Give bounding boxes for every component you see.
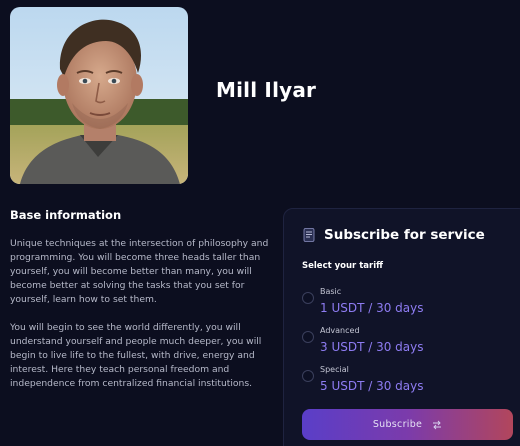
subscribe-card: Subscribe for service Select your tariff… [283,208,520,446]
radio-button[interactable] [302,370,314,382]
radio-button[interactable] [302,292,314,304]
profile-page: Mill Ilyar Base information Unique techn… [0,0,520,446]
subscribe-card-title: Subscribe for service [324,227,485,243]
document-icon [303,228,315,242]
tariff-option-advanced[interactable]: Advanced 3 USDT / 30 days [302,326,502,362]
tariff-option-special[interactable]: Special 5 USDT / 30 days [302,365,502,401]
profile-name: Mill Ilyar [216,78,317,102]
tariff-name: Special [320,365,349,374]
description-paragraph: You will begin to see the world differen… [10,322,262,389]
tariff-price: 5 USDT / 30 days [320,379,424,393]
subscribe-card-header: Subscribe for service [303,227,485,243]
avatar-photo [10,7,188,184]
arrows-icon [433,420,442,429]
subscribe-button[interactable]: Subscribe [302,409,513,440]
tariff-name: Advanced [320,326,360,335]
subscribe-button-label: Subscribe [372,419,423,430]
description: Unique techniques at the intersection of… [10,237,272,405]
tariff-name: Basic [320,287,342,296]
avatar [10,7,188,184]
tariff-option-basic[interactable]: Basic 1 USDT / 30 days [302,287,502,323]
tariff-price: 3 USDT / 30 days [320,340,424,354]
section-title-base-information: Base information [10,208,122,222]
description-paragraph: Unique techniques at the intersection of… [10,238,269,305]
radio-button[interactable] [302,331,314,343]
tariff-select-label: Select your tariff [302,261,383,271]
tariff-price: 1 USDT / 30 days [320,301,424,315]
